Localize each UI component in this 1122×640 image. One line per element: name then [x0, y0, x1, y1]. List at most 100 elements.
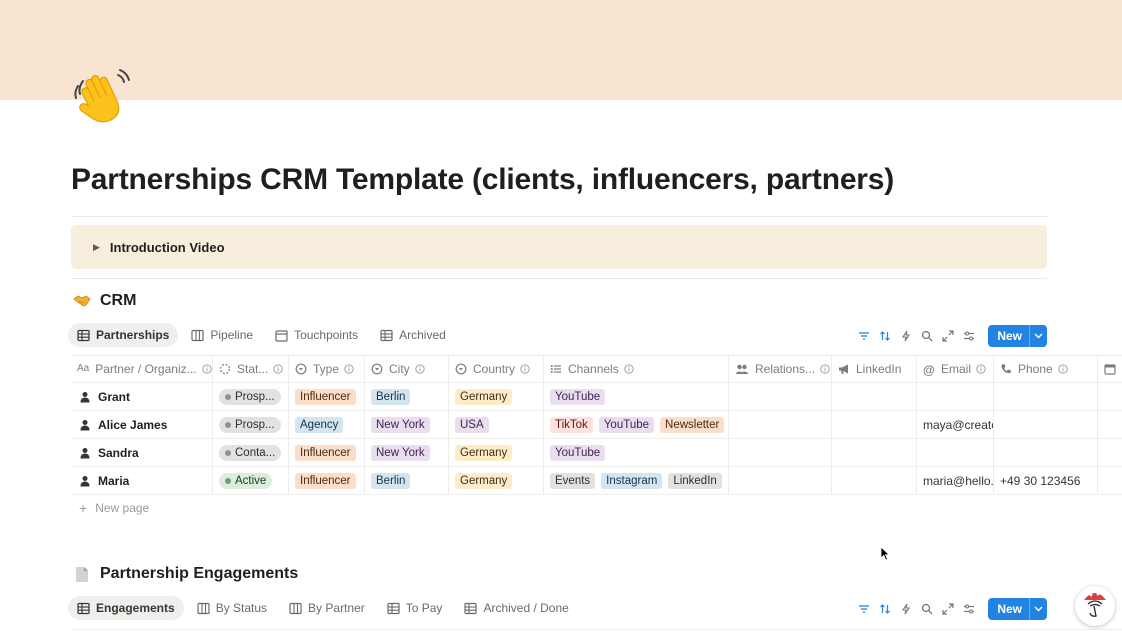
- channels-cell[interactable]: Events Instagram LinkedIn: [544, 467, 729, 494]
- engagements-section-title[interactable]: Partnership Engagements: [73, 565, 298, 583]
- help-avatar-icon[interactable]: [1075, 586, 1115, 626]
- country-cell[interactable]: USA: [449, 411, 544, 438]
- filter-icon[interactable]: [858, 603, 870, 615]
- linkedin-cell[interactable]: [832, 439, 917, 466]
- table-row[interactable]: Maria Active Influencer Berlin Germany E…: [71, 467, 1122, 495]
- info-icon[interactable]: [520, 364, 530, 374]
- type-cell[interactable]: Agency: [289, 411, 365, 438]
- status-cell[interactable]: Prosp...: [213, 411, 289, 438]
- phone-cell[interactable]: +49 30 123456: [994, 467, 1098, 494]
- date-cell[interactable]: [1098, 411, 1122, 438]
- city-cell[interactable]: Berlin: [365, 467, 449, 494]
- email-cell[interactable]: maria@hello.co: [917, 467, 994, 494]
- info-icon[interactable]: [1058, 364, 1068, 374]
- status-cell[interactable]: Conta...: [213, 439, 289, 466]
- tab-by-status[interactable]: By Status: [188, 596, 276, 620]
- type-cell[interactable]: Influencer: [289, 439, 365, 466]
- column-header-linkedin[interactable]: LinkedIn: [832, 356, 917, 382]
- country-cell[interactable]: Germany: [449, 467, 544, 494]
- type-cell[interactable]: Influencer: [289, 467, 365, 494]
- type-cell[interactable]: Influencer: [289, 383, 365, 410]
- search-icon[interactable]: [921, 330, 933, 342]
- relations-cell[interactable]: [729, 439, 832, 466]
- tab-touchpoints[interactable]: Touchpoints: [266, 323, 367, 347]
- automation-icon[interactable]: [900, 603, 912, 615]
- column-header-email[interactable]: @ Email: [917, 356, 994, 382]
- info-icon[interactable]: [273, 364, 284, 374]
- tab-archived[interactable]: Archived: [371, 323, 455, 347]
- relations-cell[interactable]: [729, 467, 832, 494]
- phone-cell[interactable]: [994, 383, 1098, 410]
- date-cell[interactable]: [1098, 383, 1122, 410]
- phone-cell[interactable]: [994, 411, 1098, 438]
- email-cell[interactable]: [917, 439, 994, 466]
- page-title[interactable]: Partnerships CRM Template (clients, infl…: [71, 163, 894, 197]
- tab-partnerships[interactable]: Partnerships: [68, 323, 179, 347]
- tab-pipeline[interactable]: Pipeline: [182, 323, 262, 347]
- country-cell[interactable]: Germany: [449, 439, 544, 466]
- status-cell[interactable]: Prosp...: [213, 383, 289, 410]
- email-cell[interactable]: maya@creator: [917, 411, 994, 438]
- info-icon[interactable]: [415, 364, 425, 374]
- column-header-relations[interactable]: Relations...: [729, 356, 832, 382]
- expand-icon[interactable]: [942, 603, 954, 615]
- email-cell[interactable]: [917, 383, 994, 410]
- country-cell[interactable]: Germany: [449, 383, 544, 410]
- column-header-city[interactable]: City: [365, 356, 449, 382]
- info-icon[interactable]: [820, 364, 830, 374]
- expand-icon[interactable]: [942, 330, 954, 342]
- tab-to-pay[interactable]: To Pay: [378, 596, 452, 620]
- date-cell[interactable]: [1098, 467, 1122, 494]
- table-row[interactable]: Grant Prosp... Influencer Berlin Germany…: [71, 383, 1122, 411]
- column-header-type[interactable]: Type: [289, 356, 365, 382]
- tab-by-partner[interactable]: By Partner: [280, 596, 374, 620]
- date-cell[interactable]: [1098, 439, 1122, 466]
- column-header-channels[interactable]: Channels: [544, 356, 729, 382]
- column-header-phone[interactable]: Phone: [994, 356, 1098, 382]
- city-cell[interactable]: New York: [365, 411, 449, 438]
- waving-hand-icon[interactable]: [70, 66, 134, 130]
- partner-name-cell[interactable]: Sandra: [71, 439, 213, 466]
- channels-cell[interactable]: YouTube: [544, 383, 729, 410]
- sort-icon[interactable]: [879, 603, 891, 615]
- linkedin-cell[interactable]: [832, 467, 917, 494]
- phone-cell[interactable]: [994, 439, 1098, 466]
- new-button[interactable]: New: [988, 325, 1047, 347]
- column-header-status[interactable]: Stat...: [213, 356, 289, 382]
- chevron-down-icon[interactable]: [1029, 325, 1047, 347]
- chevron-down-icon[interactable]: [1029, 598, 1047, 620]
- search-icon[interactable]: [921, 603, 933, 615]
- filter-icon[interactable]: [858, 330, 870, 342]
- column-header-partner[interactable]: Aa Partner / Organiz...: [71, 356, 213, 382]
- column-header-country[interactable]: Country: [449, 356, 544, 382]
- table-row[interactable]: Sandra Conta... Influencer New York Germ…: [71, 439, 1122, 467]
- relations-cell[interactable]: [729, 383, 832, 410]
- tab-engagements[interactable]: Engagements: [68, 596, 184, 620]
- automation-icon[interactable]: [900, 330, 912, 342]
- linkedin-cell[interactable]: [832, 411, 917, 438]
- tab-archived-done[interactable]: Archived / Done: [455, 596, 577, 620]
- settings-sliders-icon[interactable]: [963, 603, 975, 615]
- crm-section-title[interactable]: CRM: [73, 292, 136, 310]
- status-cell[interactable]: Active: [213, 467, 289, 494]
- info-icon[interactable]: [624, 364, 634, 374]
- linkedin-cell[interactable]: [832, 383, 917, 410]
- sort-icon[interactable]: [879, 330, 891, 342]
- partner-name-cell[interactable]: Maria: [71, 467, 213, 494]
- relations-cell[interactable]: [729, 411, 832, 438]
- partner-name-cell[interactable]: Alice James: [71, 411, 213, 438]
- city-cell[interactable]: Berlin: [365, 383, 449, 410]
- info-icon[interactable]: [976, 364, 986, 374]
- city-cell[interactable]: New York: [365, 439, 449, 466]
- partner-name-cell[interactable]: Grant: [71, 383, 213, 410]
- introduction-video-toggle[interactable]: ▶ Introduction Video: [71, 225, 1047, 269]
- channels-cell[interactable]: YouTube: [544, 439, 729, 466]
- toggle-triangle-icon[interactable]: ▶: [93, 242, 100, 253]
- new-button[interactable]: New: [988, 598, 1047, 620]
- table-row[interactable]: Alice James Prosp... Agency New York USA…: [71, 411, 1122, 439]
- new-page-button[interactable]: + New page: [79, 500, 149, 516]
- page-cover[interactable]: [0, 0, 1122, 100]
- info-icon[interactable]: [201, 364, 212, 374]
- info-icon[interactable]: [344, 364, 354, 374]
- settings-sliders-icon[interactable]: [963, 330, 975, 342]
